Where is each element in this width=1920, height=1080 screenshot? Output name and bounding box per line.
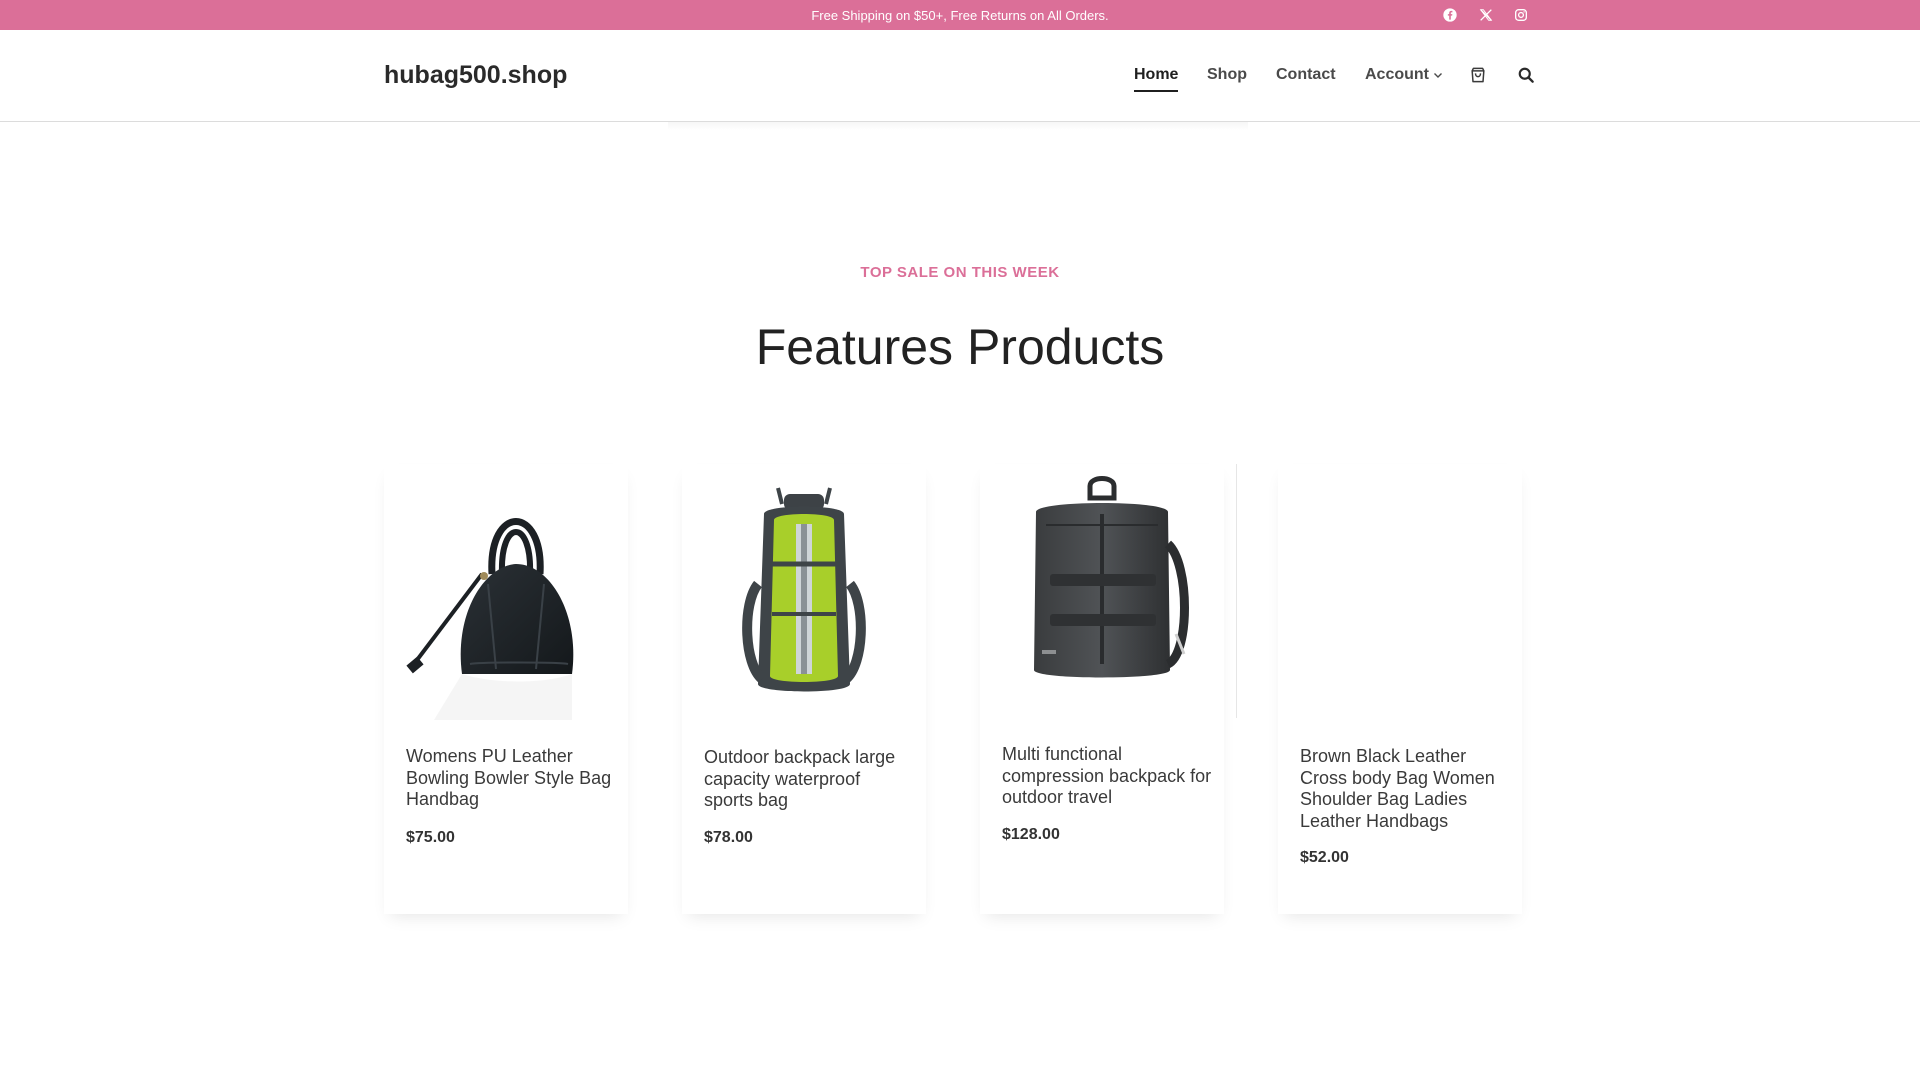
- search-icon: [1518, 67, 1534, 83]
- section-eyebrow: TOP SALE ON THIS WEEK: [860, 264, 1060, 281]
- product-card[interactable]: Brown Black Leather Cross body Bag Women…: [1278, 464, 1522, 914]
- chevron-down-icon: [1434, 73, 1442, 78]
- green-hiking-backpack-image: [742, 487, 866, 692]
- product-price: $52.00: [1300, 849, 1349, 866]
- instagram-link[interactable]: [1511, 5, 1531, 25]
- product-image[interactable]: [1278, 464, 1522, 720]
- product-title[interactable]: Outdoor backpack large capacity waterpro…: [704, 747, 914, 812]
- product-title[interactable]: Brown Black Leather Cross body Bag Women…: [1300, 746, 1510, 832]
- header-shadow: [668, 122, 1248, 130]
- gray-travel-backpack-image: [1034, 476, 1189, 678]
- search-button[interactable]: [1515, 64, 1537, 86]
- nav-account-label: Account: [1365, 66, 1429, 83]
- nav-home[interactable]: Home: [1134, 66, 1179, 92]
- image-divider: [1236, 464, 1237, 718]
- announcement-text: Free Shipping on $50+, Free Returns on A…: [811, 8, 1109, 23]
- nav-shop[interactable]: Shop: [1207, 66, 1247, 84]
- product-card[interactable]: Multi functional compression backpack fo…: [980, 464, 1224, 914]
- product-image[interactable]: [384, 464, 628, 720]
- product-image[interactable]: [682, 464, 926, 720]
- product-title[interactable]: Womens PU Leather Bowling Bowler Style B…: [406, 746, 616, 811]
- product-image[interactable]: [980, 464, 1224, 720]
- site-logo[interactable]: hubag500.shop: [384, 61, 567, 90]
- product-card[interactable]: Womens PU Leather Bowling Bowler Style B…: [384, 464, 628, 914]
- black-bowler-handbag-image: [406, 518, 574, 720]
- site-header: hubag500.shop Home Shop Contact Account: [0, 30, 1920, 122]
- instagram-icon: [1515, 9, 1527, 21]
- announcement-bar: Free Shipping on $50+, Free Returns on A…: [0, 0, 1920, 30]
- facebook-icon: [1443, 8, 1457, 22]
- product-card[interactable]: Outdoor backpack large capacity waterpro…: [682, 464, 926, 914]
- nav-contact[interactable]: Contact: [1276, 66, 1336, 84]
- x-link[interactable]: [1476, 5, 1496, 25]
- nav-account[interactable]: Account: [1365, 66, 1443, 84]
- product-price: $78.00: [704, 829, 753, 846]
- product-price: $75.00: [406, 829, 455, 846]
- product-price: $128.00: [1002, 826, 1060, 843]
- cart-icon: [1471, 67, 1485, 83]
- x-icon: [1479, 9, 1493, 21]
- facebook-link[interactable]: [1440, 5, 1460, 25]
- cart-button[interactable]: [1467, 64, 1489, 86]
- product-title[interactable]: Multi functional compression backpack fo…: [1002, 744, 1212, 809]
- section-title: Features Products: [755, 319, 1165, 375]
